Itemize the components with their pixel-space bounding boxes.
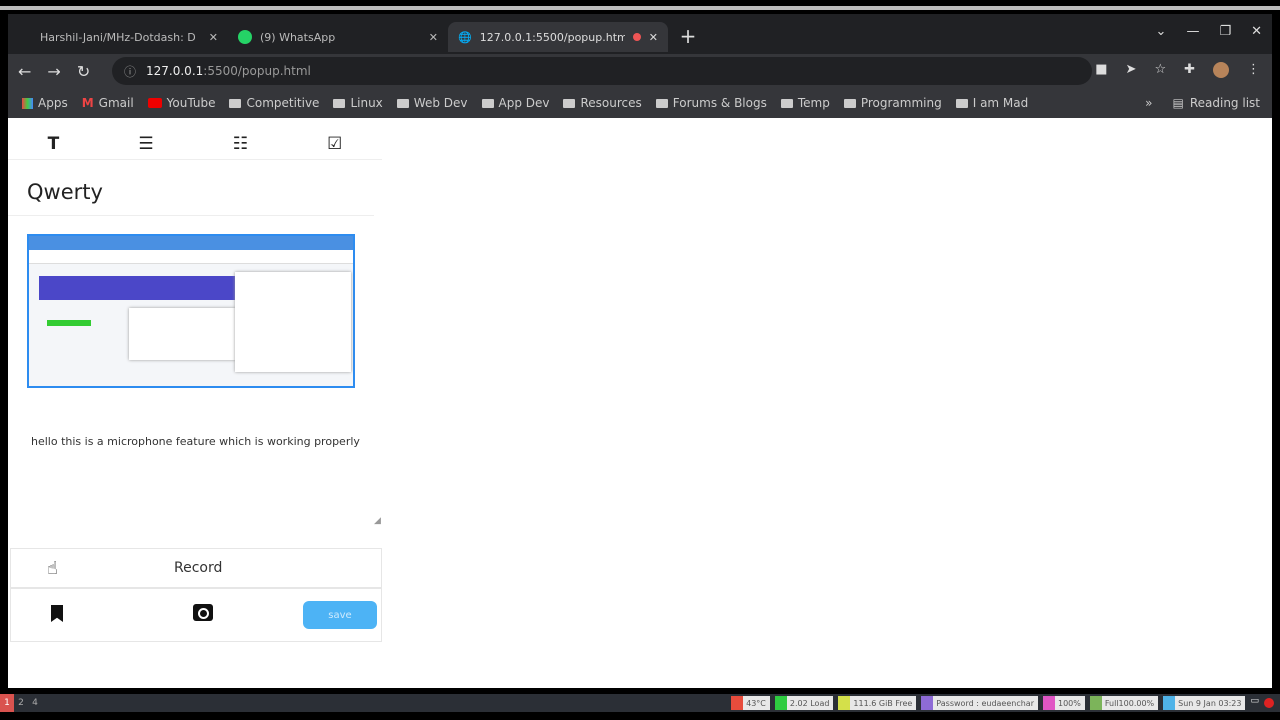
close-window-icon[interactable]: ✕ xyxy=(1251,24,1262,39)
bookmark-folder[interactable]: App Dev xyxy=(481,96,549,110)
extensions-icon[interactable]: ✚ xyxy=(1184,62,1195,78)
toolbar-actions: ■ ➤ ☆ ✚ ⋮ xyxy=(1095,62,1260,78)
reading-list-icon: ▤ xyxy=(1172,96,1184,110)
text-format-icon[interactable]: T xyxy=(48,134,60,154)
numbered-list-icon[interactable]: ☷ xyxy=(233,134,248,154)
youtube-icon xyxy=(147,98,162,108)
workspace-4[interactable]: 4 xyxy=(28,694,42,712)
bookmark-folder[interactable]: Programming xyxy=(843,96,942,110)
bookmark-icon[interactable] xyxy=(51,605,63,622)
window-controls: ⌄ — ❐ ✕ xyxy=(1156,24,1262,39)
workspace-1[interactable]: 1 xyxy=(0,694,14,712)
tab-search-icon[interactable]: ⌄ xyxy=(1156,24,1167,39)
close-tab-icon[interactable]: ✕ xyxy=(649,31,658,44)
folder-icon xyxy=(229,98,242,108)
record-button[interactable]: ☝ Record xyxy=(10,548,382,588)
format-toolbar: T ☰ ☷ ☑ xyxy=(8,128,382,160)
minimize-icon[interactable]: — xyxy=(1186,24,1199,39)
url-text: 127.0.0.1:5500/popup.html xyxy=(146,64,311,78)
bookmark-folder[interactable]: Competitive xyxy=(229,96,319,110)
info-icon: ⓘ xyxy=(124,64,137,79)
tab-title: Harshil-Jani/MHz-Dotdash: D xyxy=(40,30,196,44)
tab-title: (9) WhatsApp xyxy=(260,30,336,44)
bookmark-folder[interactable]: Forums & Blogs xyxy=(655,96,767,110)
folder-icon xyxy=(333,98,346,108)
record-label: Record xyxy=(174,560,223,576)
share-icon[interactable]: ➤ xyxy=(1126,62,1137,78)
hand-pointer-icon: ☝ xyxy=(47,557,58,579)
window-top-border xyxy=(0,6,1280,10)
action-row: save xyxy=(10,588,382,642)
folder-icon xyxy=(481,98,494,108)
new-tab-button[interactable]: + xyxy=(674,22,702,50)
whatsapp-icon xyxy=(238,30,252,44)
folder-icon xyxy=(563,98,576,108)
bookmark-folder[interactable]: I am Mad xyxy=(955,96,1028,110)
note-title[interactable]: Qwerty xyxy=(27,180,103,204)
reload-icon[interactable]: ↻ xyxy=(77,62,90,81)
close-tab-icon[interactable]: ✕ xyxy=(429,31,438,44)
tab-whatsapp[interactable]: (9) WhatsApp ✕ xyxy=(228,22,448,52)
recording-icon xyxy=(632,33,641,41)
menu-icon[interactable]: ⋮ xyxy=(1247,62,1260,78)
back-icon[interactable]: ← xyxy=(18,62,31,81)
bullet-list-icon[interactable]: ☰ xyxy=(138,134,153,154)
forward-icon[interactable]: → xyxy=(47,62,60,81)
close-tab-icon[interactable]: ✕ xyxy=(209,31,218,44)
disk-status: 111.6 GiB Free xyxy=(838,696,917,710)
bookmark-gmail[interactable]: M Gmail xyxy=(82,96,134,110)
folder-icon xyxy=(655,98,668,108)
tab-title: 127.0.0.1:5500/popup.htm xyxy=(479,30,625,44)
tab-popup[interactable]: 🌐 127.0.0.1:5500/popup.htm ✕ xyxy=(448,22,668,52)
bookmark-apps[interactable]: Apps xyxy=(22,96,68,110)
bookmark-youtube[interactable]: YouTube xyxy=(147,96,215,110)
bookmark-folder[interactable]: Resources xyxy=(563,96,642,110)
battery-status: Full100.00% xyxy=(1089,696,1159,710)
workspace-2[interactable]: 2 xyxy=(14,694,28,712)
bookmarks-bar: Apps M Gmail YouTube Competitive Linux We… xyxy=(8,88,1272,118)
folder-icon xyxy=(396,98,409,108)
chat-icon[interactable]: ▭ xyxy=(1250,696,1259,710)
tab-strip: Harshil-Jani/MHz-Dotdash: D ✕ (9) WhatsAp… xyxy=(8,22,702,54)
more-bookmarks-icon[interactable]: » xyxy=(1145,96,1152,110)
folder-icon xyxy=(955,98,968,108)
folder-icon xyxy=(780,98,793,108)
divider xyxy=(8,215,374,216)
tab-github[interactable]: Harshil-Jani/MHz-Dotdash: D ✕ xyxy=(8,22,228,52)
camera-add-icon[interactable] xyxy=(193,604,213,621)
record-indicator-icon xyxy=(1264,698,1274,708)
bookmark-folder[interactable]: Web Dev xyxy=(396,96,468,110)
checkbox-icon[interactable]: ☑ xyxy=(327,134,342,154)
camera-indicator-icon[interactable]: ■ xyxy=(1095,62,1107,78)
load-status: 2.02 Load xyxy=(774,696,834,710)
temperature-status: 43°C xyxy=(731,696,770,710)
nav-toolbar: ← → ↻ ⓘ 127.0.0.1:5500/popup.html ■ ➤ ☆ ✚ ⋮ xyxy=(8,54,1272,88)
bookmark-folder[interactable]: Linux xyxy=(333,96,383,110)
password-status: Password : eudaeenchar xyxy=(921,696,1038,710)
star-icon[interactable]: ☆ xyxy=(1154,62,1166,78)
resize-handle-icon[interactable]: ◢ xyxy=(374,516,381,526)
screenshot-image xyxy=(27,234,355,388)
reading-list-button[interactable]: » ▤ Reading list xyxy=(1145,96,1260,110)
status-tray: 43°C 2.02 Load 111.6 GiB Free Password :… xyxy=(731,696,1274,710)
popup-page: T ☰ ☷ ☑ Qwerty hello this is a microphon… xyxy=(8,118,1272,688)
folder-icon xyxy=(843,98,856,108)
address-bar[interactable]: ⓘ 127.0.0.1:5500/popup.html xyxy=(112,57,1092,85)
gmail-icon: M xyxy=(81,96,94,110)
apps-icon xyxy=(22,97,33,109)
avatar[interactable] xyxy=(1213,62,1229,78)
clock-status: Sun 9 Jan 03:23 xyxy=(1163,696,1246,710)
bookmark-folder[interactable]: Temp xyxy=(780,96,830,110)
save-button[interactable]: save xyxy=(303,601,377,629)
globe-icon: 🌐 xyxy=(458,30,472,44)
maximize-icon[interactable]: ❐ xyxy=(1219,24,1231,39)
volume-status: 100% xyxy=(1043,696,1085,710)
note-text[interactable]: hello this is a microphone feature which… xyxy=(31,435,360,448)
system-taskbar: 1 2 4 43°C 2.02 Load 111.6 GiB Free Pass… xyxy=(0,694,1280,712)
browser-chrome: Harshil-Jani/MHz-Dotdash: D ✕ (9) WhatsAp… xyxy=(8,14,1272,118)
